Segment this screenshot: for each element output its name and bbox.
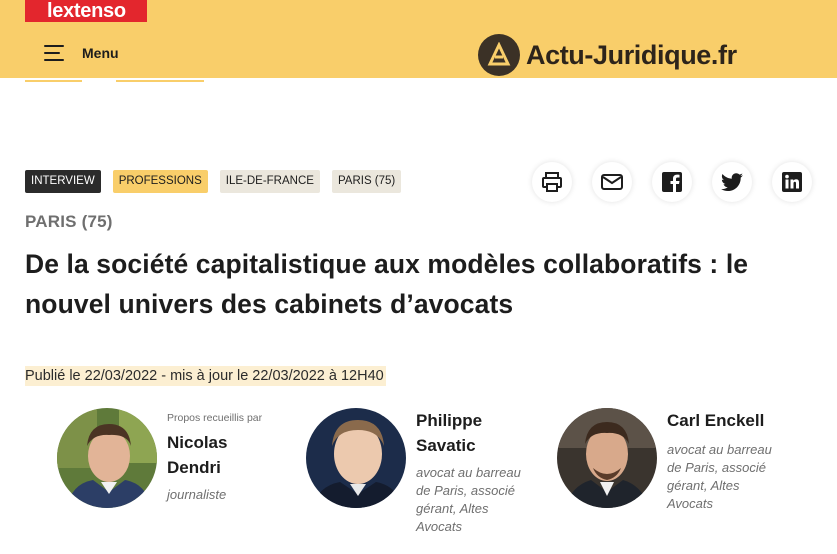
article-title: De la société capitalistique aux modèles… bbox=[25, 244, 825, 324]
actu-juridique-mark-icon bbox=[478, 34, 520, 76]
author-kicker: Propos recueillis par bbox=[167, 412, 263, 424]
author-card: Carl Enckell avocat au barreau de Paris,… bbox=[557, 408, 789, 513]
hamburger-icon bbox=[44, 45, 66, 61]
linkedin-share-button[interactable] bbox=[772, 162, 812, 202]
nav-underline bbox=[25, 80, 82, 82]
avatar[interactable] bbox=[57, 408, 157, 508]
email-share-button[interactable] bbox=[592, 162, 632, 202]
author-card: Propos recueillis par Nicolas Dendri jou… bbox=[57, 408, 289, 508]
mail-icon bbox=[601, 174, 623, 190]
tag-professions[interactable]: PROFESSIONS bbox=[112, 170, 208, 193]
lextenso-logo[interactable]: lextenso bbox=[25, 0, 147, 22]
author-role: avocat au barreau de Paris, associé géra… bbox=[667, 442, 772, 511]
site-header: lextenso Menu Actu-Juridique.fr bbox=[0, 0, 837, 78]
tag-interview[interactable]: INTERVIEW bbox=[25, 170, 101, 193]
nav-underline bbox=[116, 80, 204, 82]
author-name[interactable]: Carl Enckell bbox=[667, 408, 789, 433]
print-button[interactable] bbox=[532, 162, 572, 202]
author-role: journaliste bbox=[167, 487, 227, 502]
publication-date: Publié le 22/03/2022 - mis à jour le 22/… bbox=[25, 366, 386, 386]
author-name-line: Nicolas bbox=[167, 433, 228, 452]
avatar[interactable] bbox=[557, 408, 657, 508]
author-name-line: Savatic bbox=[416, 436, 476, 455]
site-name: Actu-Juridique.fr bbox=[526, 39, 737, 70]
author-name-line: Carl Enckell bbox=[667, 411, 765, 430]
author-name-line: Philippe bbox=[416, 411, 483, 430]
menu-button[interactable]: Menu bbox=[44, 40, 119, 66]
article-tags: INTERVIEW PROFESSIONS ILE-DE-FRANCE PARI… bbox=[25, 170, 402, 193]
tag-paris[interactable]: PARIS (75) bbox=[331, 170, 402, 193]
print-icon bbox=[542, 172, 562, 192]
twitter-share-button[interactable] bbox=[712, 162, 752, 202]
facebook-icon bbox=[662, 172, 682, 192]
menu-label: Menu bbox=[82, 45, 119, 61]
avatar[interactable] bbox=[306, 408, 406, 508]
article-title-line: De la société capitalistique aux modèles… bbox=[25, 249, 749, 279]
author-role: avocat au barreau de Paris, associé géra… bbox=[416, 465, 521, 534]
linkedin-icon bbox=[782, 172, 802, 192]
site-logo[interactable]: Actu-Juridique.fr bbox=[478, 34, 737, 76]
author-name[interactable]: Nicolas Dendri bbox=[167, 430, 289, 480]
facebook-share-button[interactable] bbox=[652, 162, 692, 202]
author-card: Philippe Savatic avocat au barreau de Pa… bbox=[306, 408, 538, 536]
author-name-line: Dendri bbox=[167, 458, 221, 477]
article-title-line: nouvel univers des cabinets d’avocats bbox=[25, 289, 514, 319]
tag-ile-de-france[interactable]: ILE-DE-FRANCE bbox=[219, 170, 320, 193]
author-name[interactable]: Philippe Savatic bbox=[416, 408, 538, 458]
article-location: PARIS (75) bbox=[25, 212, 113, 231]
twitter-icon bbox=[721, 173, 743, 191]
